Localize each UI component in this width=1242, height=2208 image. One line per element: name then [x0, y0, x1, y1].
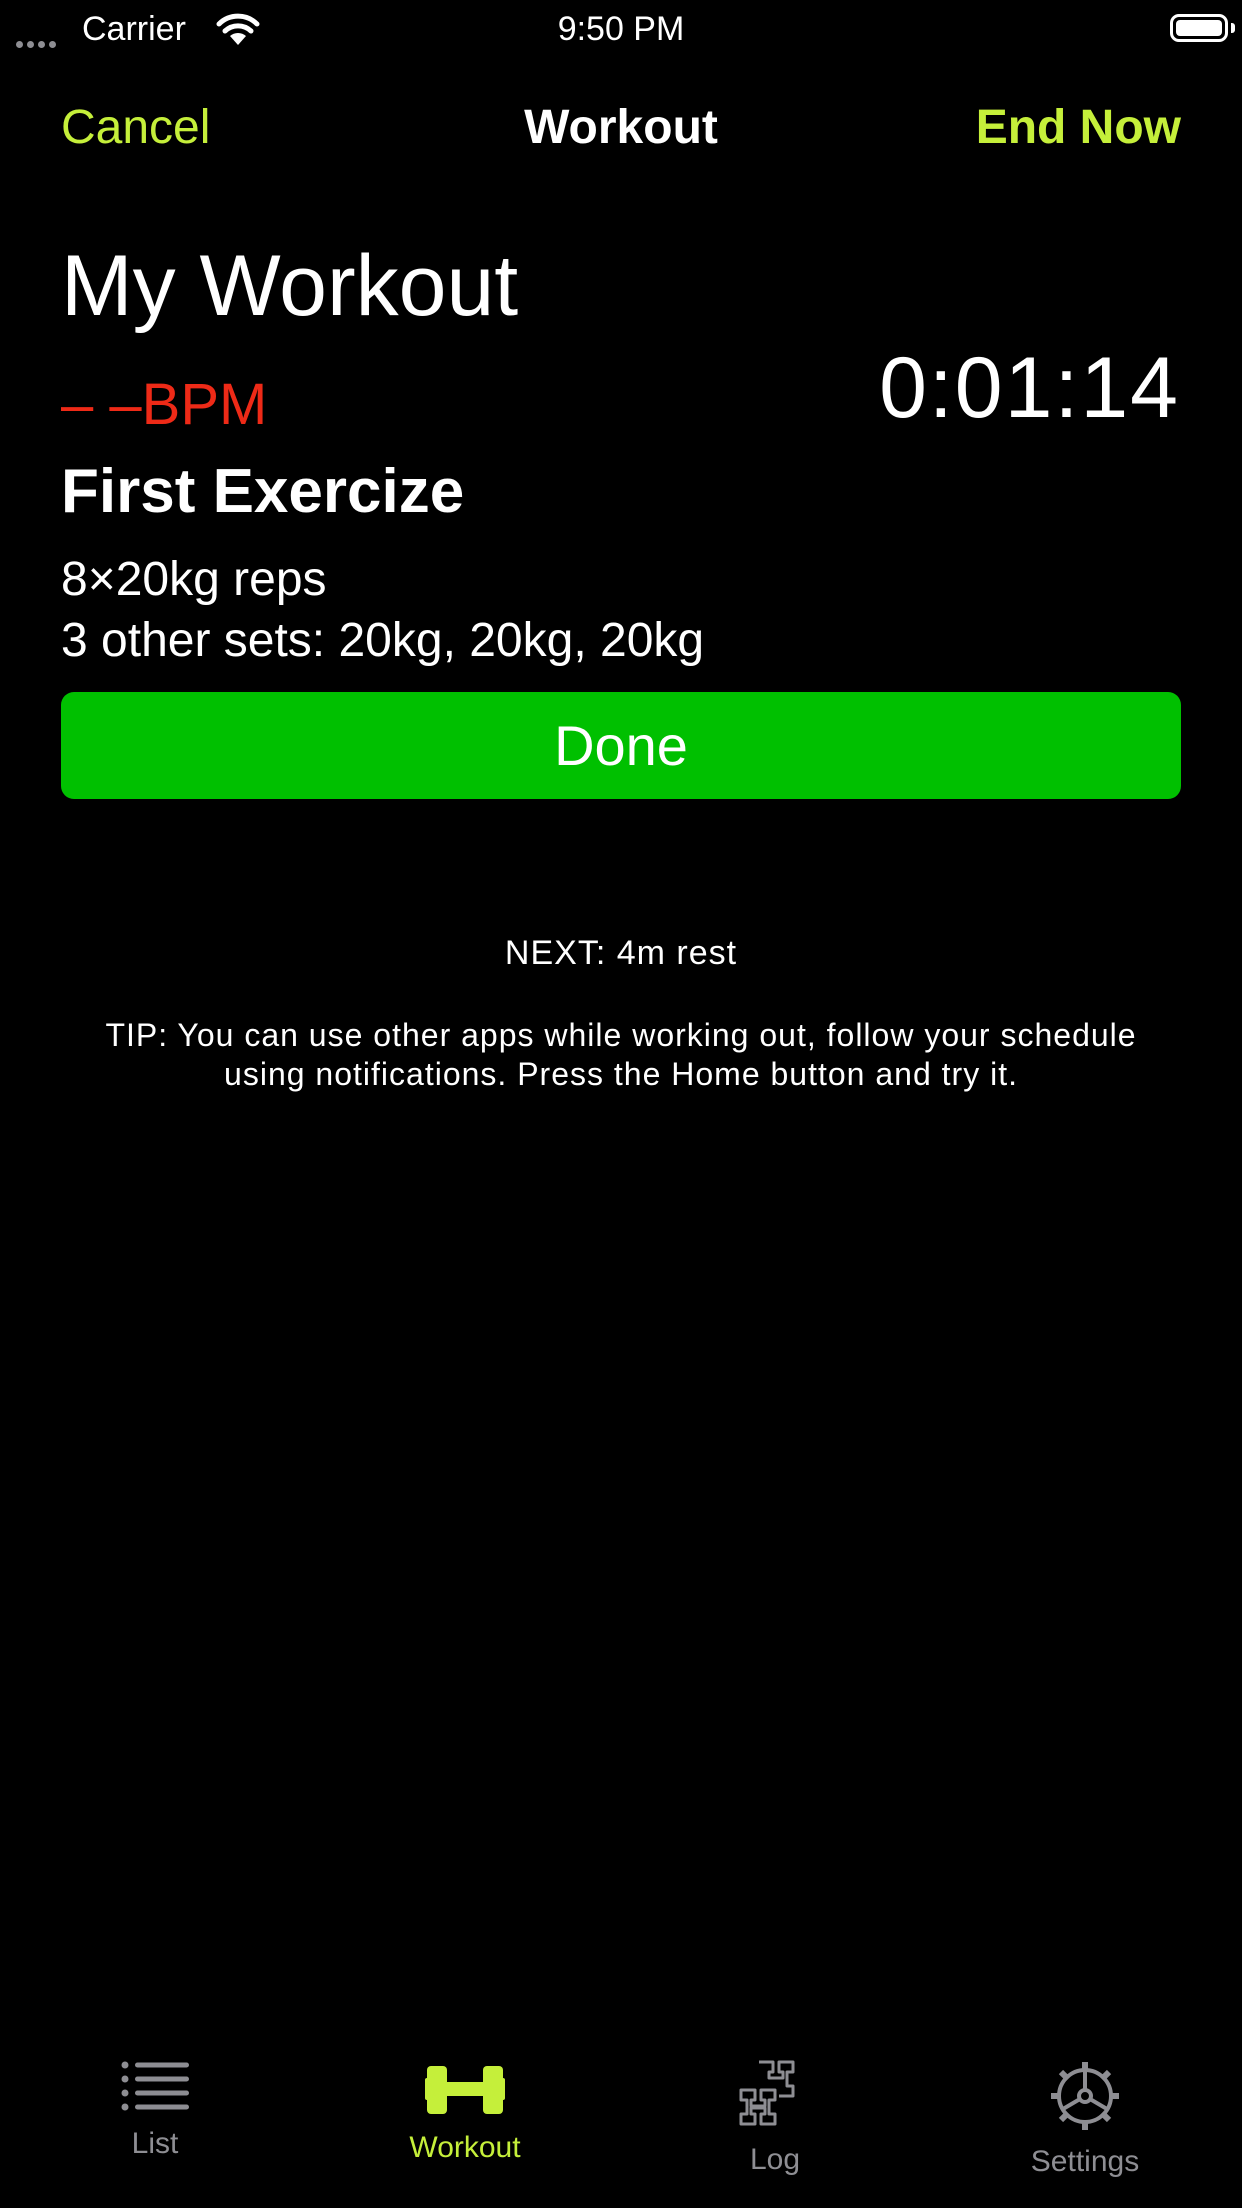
log-icon	[739, 2060, 795, 2126]
tab-log[interactable]: Log	[620, 2060, 930, 2178]
heart-rate-readout: – –BPM	[61, 372, 268, 437]
exercise-title: First Exercize	[61, 457, 465, 526]
end-now-button[interactable]: End Now	[976, 100, 1181, 156]
tab-list[interactable]: List	[0, 2060, 310, 2162]
reps-text: 8×20kg reps	[61, 553, 327, 606]
tab-settings[interactable]: Settings	[930, 2060, 1240, 2180]
elapsed-timer: 0:01:14	[879, 340, 1180, 436]
tab-label: Log	[749, 2143, 801, 2176]
other-sets-text: 3 other sets: 20kg, 20kg, 20kg	[61, 614, 705, 667]
dumbbell-icon	[425, 2066, 505, 2114]
tab-label: Workout	[409, 2131, 521, 2164]
gear-icon	[1051, 2062, 1119, 2130]
workout-title: My Workout	[61, 238, 519, 334]
battery-icon	[1170, 14, 1228, 42]
tip-text: TIP: You can use other apps while workin…	[105, 1017, 1137, 1092]
tab-label: List	[131, 2127, 179, 2160]
battery-tip	[1231, 23, 1235, 33]
tab-label: Settings	[1030, 2145, 1140, 2178]
next-step-text: NEXT: 4m rest	[504, 934, 738, 972]
tab-workout[interactable]: Workout	[310, 2060, 620, 2166]
done-button[interactable]: Done	[61, 692, 1181, 799]
status-time: 9:50 PM	[557, 10, 685, 48]
list-icon	[121, 2061, 189, 2111]
